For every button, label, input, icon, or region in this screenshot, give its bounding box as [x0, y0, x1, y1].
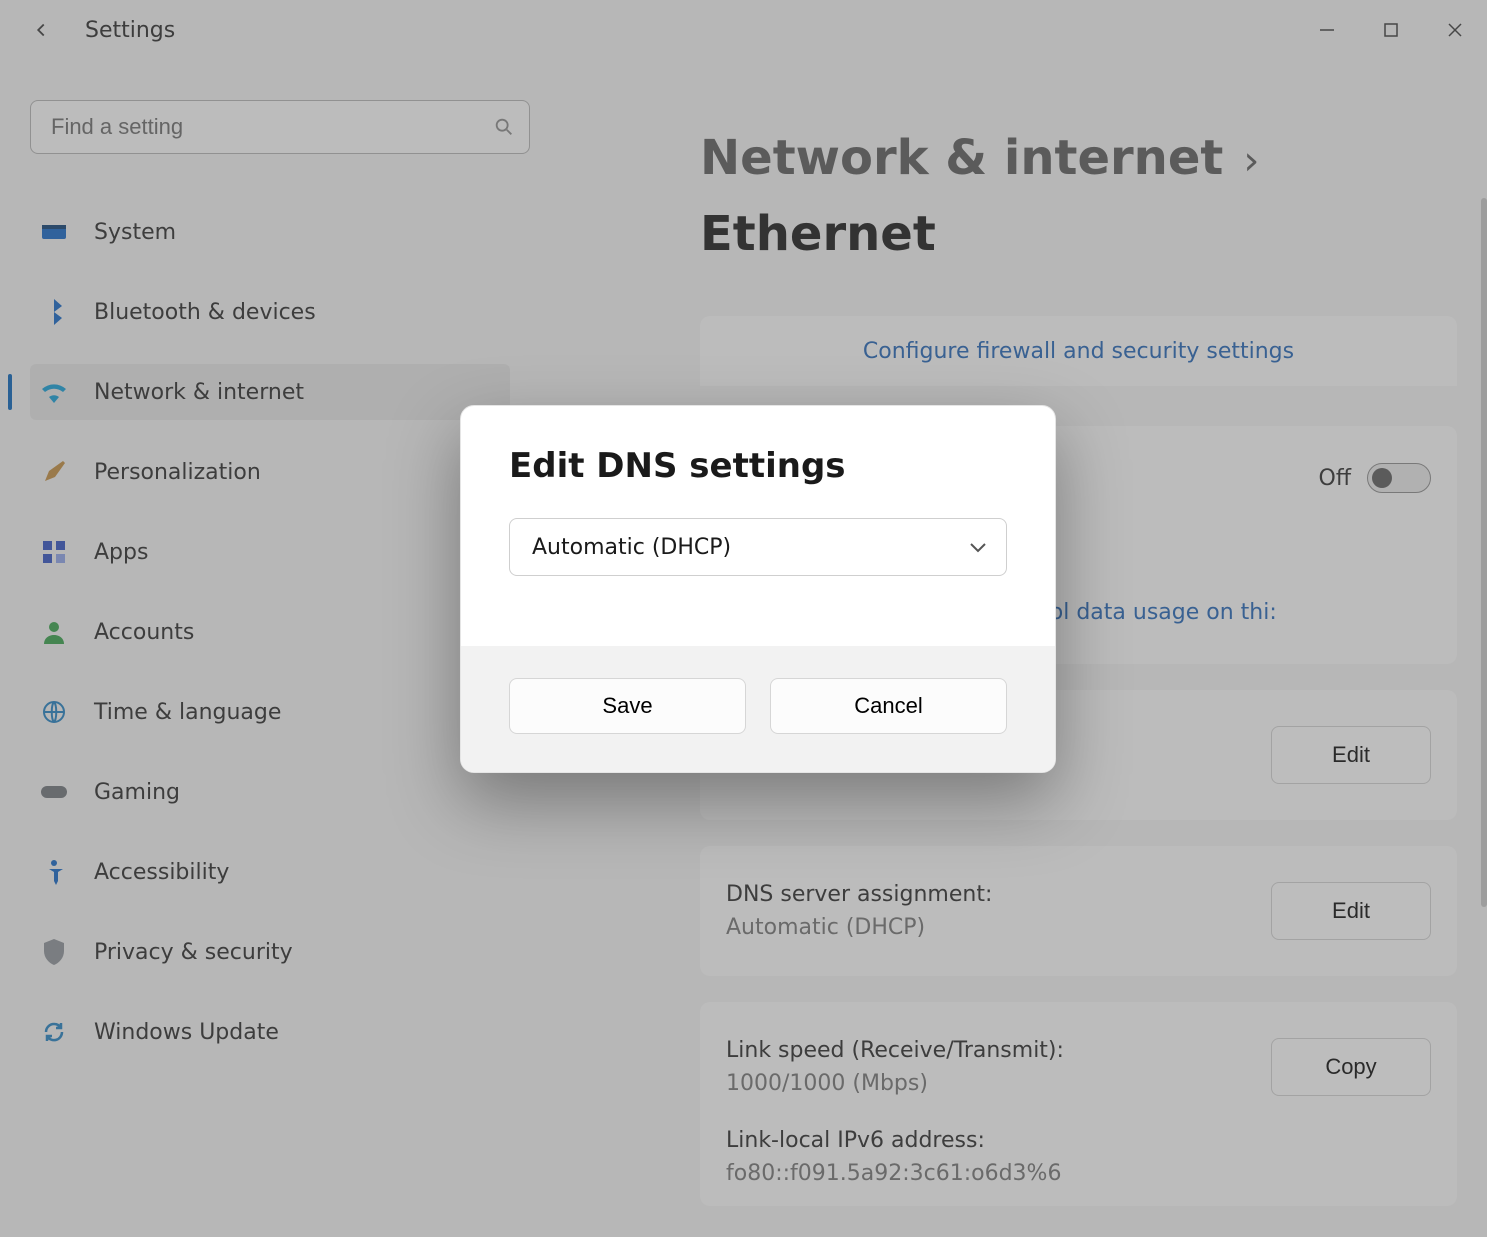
chevron-down-icon [968, 540, 988, 554]
dialog-cancel-button[interactable]: Cancel [770, 678, 1007, 734]
dialog-save-button[interactable]: Save [509, 678, 746, 734]
dns-mode-select[interactable]: Automatic (DHCP) [509, 518, 1007, 576]
dns-mode-selected: Automatic (DHCP) [532, 535, 731, 560]
dialog-title: Edit DNS settings [509, 446, 1007, 486]
edit-dns-dialog: Edit DNS settings Automatic (DHCP) Save … [460, 405, 1056, 773]
